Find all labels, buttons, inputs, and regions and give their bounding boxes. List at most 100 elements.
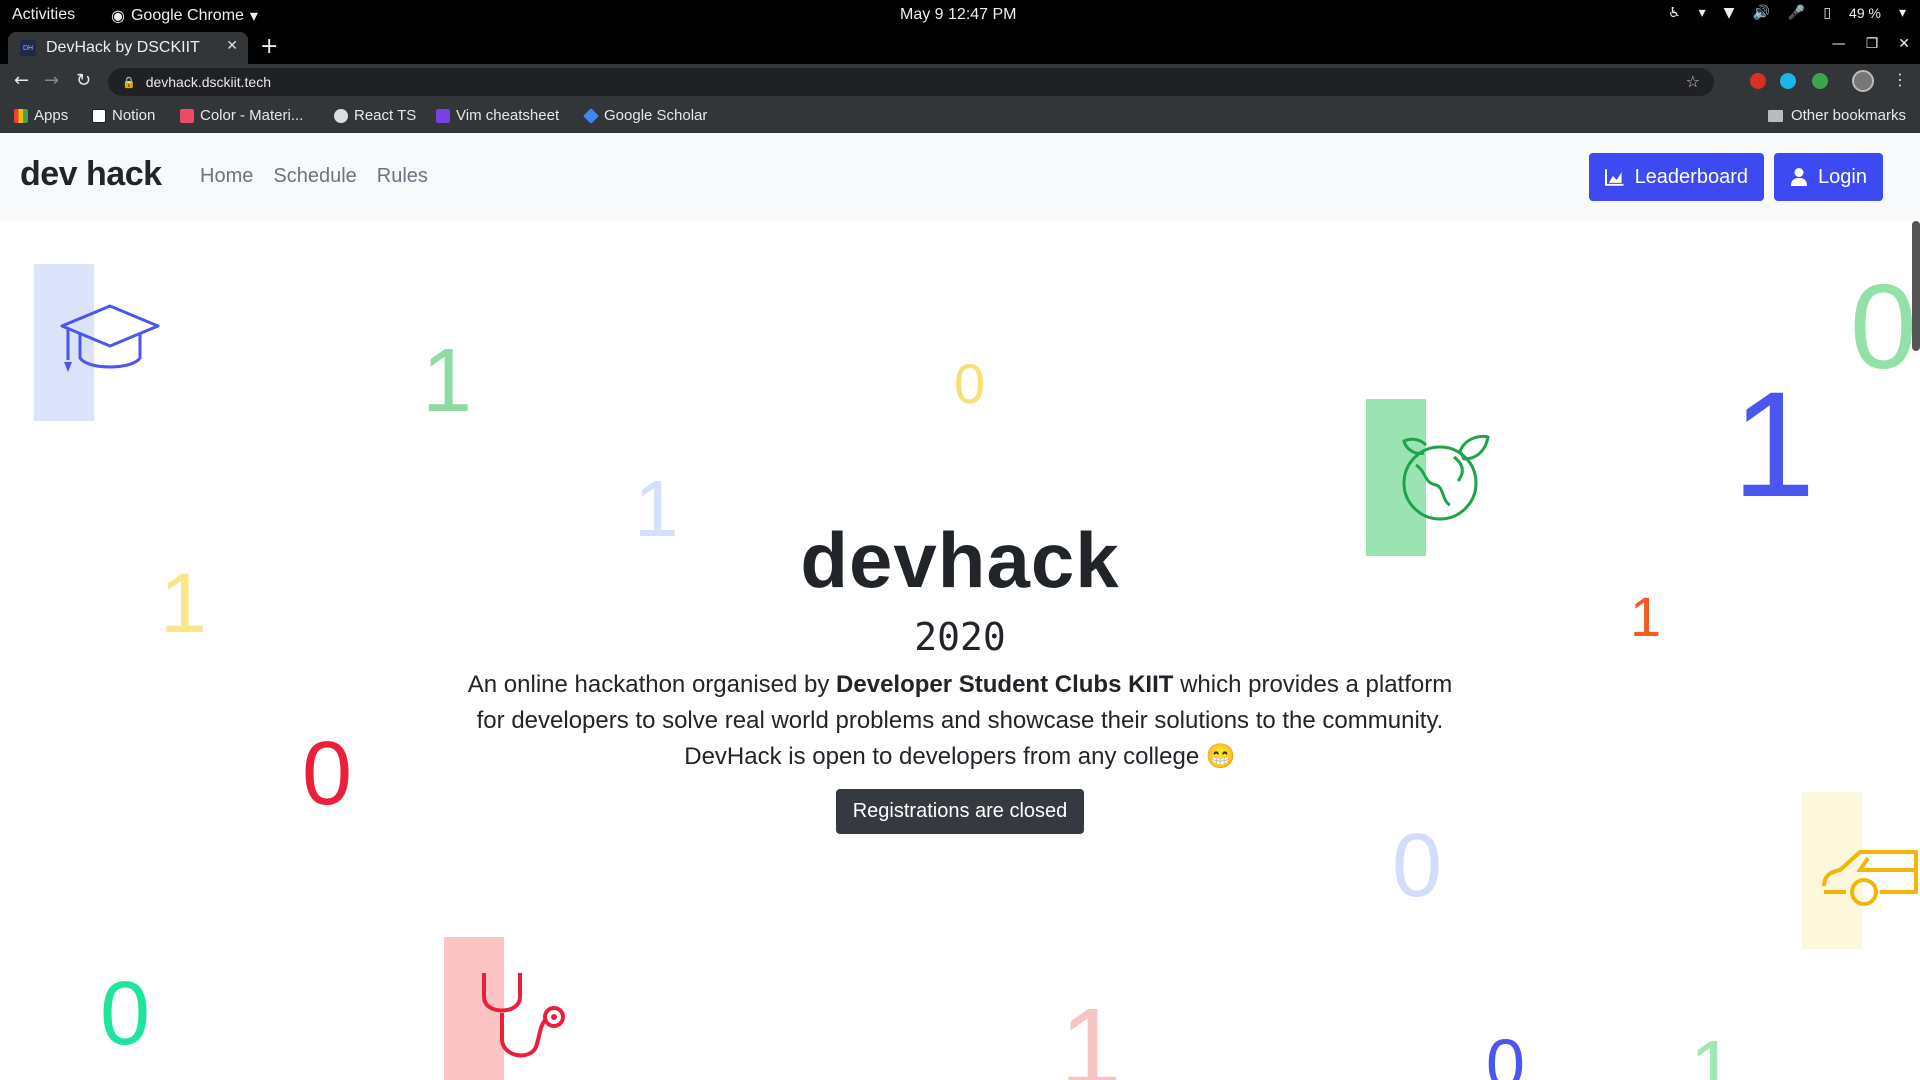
decor-digit: 1 (422, 331, 473, 431)
system-tray[interactable]: ♿ ▾ ▼ 🔊 🎤 ▯ 49 % ▾ (1668, 5, 1906, 21)
chevron-down-icon: ▾ (249, 6, 258, 25)
nav-schedule[interactable]: Schedule (273, 165, 356, 188)
leaderboard-label: Leaderboard (1634, 165, 1748, 188)
extension-ublock-icon[interactable] (1750, 73, 1766, 89)
minimize-icon[interactable]: — (1832, 36, 1846, 52)
close-window-icon[interactable]: ✕ (1898, 36, 1910, 52)
globe-icon (334, 108, 348, 123)
car-icon (1822, 850, 1918, 906)
bookmark-star-icon[interactable]: ☆ (1686, 72, 1700, 91)
scholar-icon (583, 107, 599, 124)
decor-digit: 1 (1630, 585, 1662, 648)
devhack-favicon-icon: DH (20, 40, 36, 56)
login-label: Login (1818, 165, 1867, 188)
vim-icon (436, 108, 450, 123)
decor-digit: 1 (1060, 986, 1122, 1080)
window-controls: — ❐ ✕ (1832, 36, 1910, 52)
accessibility-icon: ♿ (1668, 5, 1681, 21)
tab-title: DevHack by DSCKIIT (46, 39, 200, 56)
app-menu-label: Google Chrome (130, 6, 244, 24)
education-tile (34, 264, 164, 421)
bookmark-notion[interactable]: Notion (92, 107, 155, 124)
material-color-icon (180, 108, 194, 123)
os-top-bar: Activities ◉ Google Chrome ▾ May 9 12:47… (0, 0, 1920, 30)
extension-green-icon[interactable] (1812, 73, 1828, 89)
other-bookmarks[interactable]: Other bookmarks (1767, 107, 1906, 124)
activities-button[interactable]: Activities (12, 6, 75, 24)
bookmark-label: Vim cheatsheet (456, 107, 560, 124)
notion-icon (92, 108, 106, 123)
health-tile (444, 937, 584, 1080)
restore-icon[interactable]: ❐ (1866, 36, 1879, 52)
battery-percent: 49 % (1849, 5, 1881, 21)
back-icon[interactable]: ← (14, 70, 29, 91)
battery-icon: ▯ (1823, 5, 1832, 21)
kebab-menu-icon[interactable]: ⋮ (1892, 70, 1908, 89)
area-chart-icon (1605, 169, 1624, 186)
decor-digit: 0 (302, 724, 353, 824)
address-bar[interactable]: 🔒 devhack.dsckiit.tech ☆ (108, 68, 1714, 96)
graduation-cap-icon (60, 304, 160, 372)
bookmark-color-material[interactable]: Color - Materi... (180, 107, 303, 124)
globe-leaf-icon (1402, 434, 1490, 521)
hero-description: An online hackathon organised by Develop… (460, 667, 1460, 775)
stethoscope-icon (482, 973, 565, 1058)
hero-year: 2020 (914, 615, 1006, 659)
nav-links: Home Schedule Rules (200, 165, 428, 188)
folder-icon (1767, 109, 1783, 122)
url-text: devhack.dsckiit.tech (145, 74, 271, 90)
forward-icon[interactable]: → (44, 70, 59, 91)
wifi-icon: ▼ (1723, 5, 1735, 21)
close-icon[interactable]: ✕ (226, 38, 238, 54)
new-tab-button[interactable]: + (260, 34, 278, 59)
avatar[interactable] (1852, 70, 1874, 92)
apps-grid-icon (14, 108, 28, 123)
site-brand[interactable]: dev hack (20, 155, 162, 194)
leaderboard-button[interactable]: Leaderboard (1589, 153, 1764, 201)
bookmark-label: Google Scholar (604, 107, 708, 124)
mobility-tile (1802, 792, 1920, 949)
site-navbar: dev hack Home Schedule Rules Leaderboard… (0, 133, 1920, 221)
app-menu[interactable]: ◉ Google Chrome ▾ (111, 6, 258, 25)
hero-section: 1 0 1 1 0 1 1 0 0 0 1 0 1 devhack 2020 A… (0, 221, 1920, 1080)
organiser-name: Developer Student Clubs KIIT (836, 671, 1174, 698)
reload-icon[interactable]: ↻ (76, 70, 91, 91)
extension-react-icon[interactable] (1780, 73, 1796, 89)
decor-digit: 0 (1486, 1025, 1525, 1080)
decor-digit: 0 (1850, 260, 1917, 394)
browser-tab[interactable]: DH DevHack by DSCKIIT ✕ (8, 32, 248, 64)
bookmark-label: React TS (354, 107, 417, 124)
bookmark-google-scholar[interactable]: Google Scholar (583, 107, 708, 124)
hero-title: devhack (800, 516, 1120, 604)
decor-digit: 0 (100, 964, 151, 1064)
hero-content: devhack 2020 An online hackathon organis… (460, 521, 1460, 834)
bookmark-label: Color - Materi... (200, 107, 304, 124)
chevron-down-icon: ▾ (1698, 5, 1706, 21)
decor-digit: 0 (1392, 816, 1443, 916)
decor-digit: 1 (160, 556, 207, 650)
chrome-icon: ◉ (111, 6, 125, 25)
login-button[interactable]: Login (1774, 153, 1883, 201)
tab-strip: DH DevHack by DSCKIIT ✕ + — ❐ ✕ (0, 30, 1920, 64)
bookmark-react-ts[interactable]: React TS (334, 107, 416, 124)
bookmark-vim-cheatsheet[interactable]: Vim cheatsheet (436, 107, 559, 124)
user-icon (1791, 168, 1807, 186)
nav-home[interactable]: Home (200, 165, 253, 188)
page-scrollbar[interactable] (1912, 221, 1920, 351)
clock[interactable]: May 9 12:47 PM (900, 6, 1017, 24)
bookmark-label: Notion (112, 107, 156, 124)
volume-icon: 🔊 (1752, 5, 1770, 21)
bookmark-label: Apps (34, 107, 69, 124)
browser-toolbar: ← → ↻ 🔒 devhack.dsckiit.tech ☆ ⋮ (0, 64, 1920, 100)
eligibility-text: DevHack is open to developers from any c… (684, 743, 1236, 770)
nav-rules[interactable]: Rules (377, 165, 428, 188)
decor-digit: 1 (1690, 1024, 1735, 1080)
decor-digit: 0 (954, 352, 986, 415)
other-bookmarks-label: Other bookmarks (1790, 107, 1906, 124)
registrations-closed-button[interactable]: Registrations are closed (835, 789, 1085, 834)
microphone-icon: 🎤 (1787, 5, 1806, 21)
lock-icon: 🔒 (122, 75, 136, 89)
bookmarks-bar: Apps Notion Color - Materi... React TS V… (0, 100, 1920, 133)
bookmark-apps[interactable]: Apps (14, 107, 68, 124)
chevron-down-icon: ▾ (1898, 5, 1906, 21)
